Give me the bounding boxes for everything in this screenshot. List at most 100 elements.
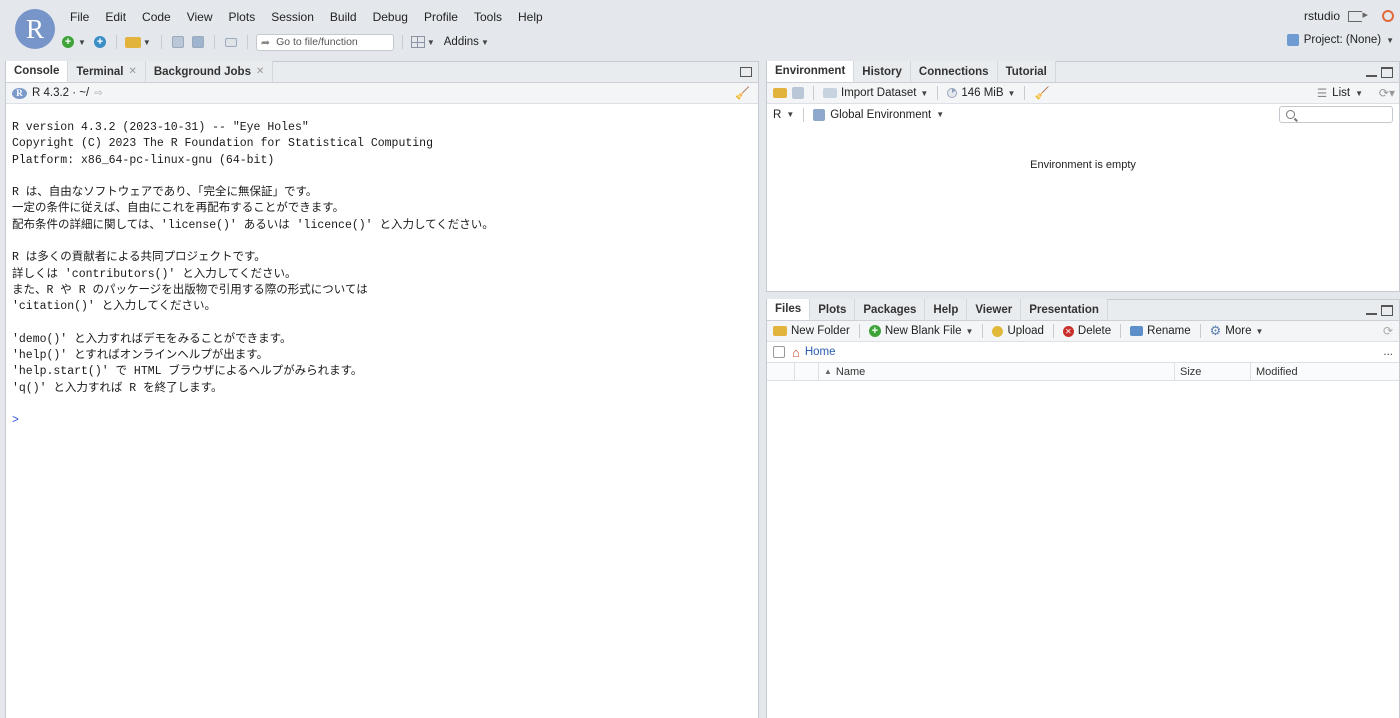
upload-button[interactable]: Upload (992, 325, 1044, 337)
menu-view[interactable]: View (179, 8, 221, 26)
menu-plots[interactable]: Plots (221, 8, 264, 26)
menu-session[interactable]: Session (263, 8, 322, 26)
tab-viewer[interactable]: Viewer (967, 299, 1022, 320)
language-select[interactable]: R ▼ (773, 109, 794, 121)
list-icon: ☰ (1316, 88, 1328, 100)
console-line: 'help.start()' で HTML ブラウザによるヘルプがみられます。 (12, 365, 363, 379)
tab-console[interactable]: Console (6, 61, 69, 82)
new-project-icon[interactable]: + (92, 35, 108, 49)
new-folder-button[interactable]: New Folder (773, 325, 850, 337)
column-modified[interactable]: Modified (1251, 363, 1399, 381)
divider (213, 35, 215, 49)
chevron-down-icon: ▼ (965, 326, 974, 336)
tab-tutorial[interactable]: Tutorial (997, 61, 1056, 82)
addins-button[interactable]: Addins (444, 36, 479, 48)
new-file-icon[interactable]: + (60, 35, 76, 49)
column-icon (795, 362, 819, 381)
console-line: R version 4.3.2 (2023-10-31) -- "Eye Hol… (12, 121, 309, 134)
pane-layout-icon[interactable] (410, 36, 425, 48)
new-folder-icon (773, 326, 787, 336)
open-file-icon[interactable] (124, 35, 141, 49)
divider (246, 35, 248, 49)
overflow-menu-button[interactable]: ... (1383, 346, 1393, 358)
menu-tools[interactable]: Tools (466, 8, 510, 26)
column-size[interactable]: Size (1175, 362, 1251, 381)
tab-environment[interactable]: Environment (767, 61, 855, 82)
rename-button[interactable]: Rename (1130, 325, 1191, 337)
project-menu[interactable]: Project: (None) ▼ (1286, 34, 1394, 46)
quit-session-icon[interactable] (1382, 10, 1394, 22)
minimize-pane-icon[interactable] (1366, 311, 1377, 315)
username: rstudio (1303, 9, 1340, 23)
view-mode-button[interactable]: ☰ List ▼ (1317, 86, 1363, 100)
chevron-down-icon: ▼ (1007, 88, 1016, 98)
tab-terminal[interactable]: Terminal ✕ (68, 61, 146, 82)
close-icon[interactable]: ✕ (256, 66, 264, 77)
divider (982, 324, 984, 338)
tab-help[interactable]: Help (925, 299, 968, 320)
menu-build[interactable]: Build (322, 8, 365, 26)
save-all-icon[interactable] (190, 35, 206, 49)
tab-history[interactable]: History (854, 61, 911, 82)
tab-connections[interactable]: Connections (910, 61, 998, 82)
files-tabbar: Files Plots Packages Help Viewer Present… (767, 299, 1399, 321)
broom-icon[interactable]: 🧹 (1034, 86, 1049, 100)
home-icon[interactable]: ⌂ (792, 345, 800, 360)
column-name[interactable]: ▲ Name (819, 362, 1175, 381)
sign-out-icon[interactable] (1348, 8, 1368, 22)
tab-background-jobs[interactable]: Background Jobs ✕ (145, 61, 274, 82)
maximize-pane-icon[interactable] (1381, 305, 1393, 316)
tab-presentation[interactable]: Presentation (1021, 299, 1108, 320)
new-blank-file-button[interactable]: + New Blank File ▼ (868, 325, 974, 337)
divider (401, 35, 403, 49)
console-prompt[interactable]: > (12, 413, 758, 429)
go-to-file-input[interactable]: ➦ Go to file/function (255, 33, 394, 51)
minimize-pane-icon[interactable] (1366, 73, 1377, 77)
console-line: Platform: x86_64-pc-linux-gnu (64-bit) (12, 153, 275, 167)
go-to-dir-icon[interactable]: ⇨ (94, 88, 102, 99)
menu-code[interactable]: Code (134, 8, 179, 26)
load-workspace-icon[interactable] (773, 88, 787, 98)
chevron-down-icon[interactable]: ▼ (78, 38, 86, 47)
select-all-checkbox[interactable] (773, 346, 785, 358)
chevron-down-icon: ▼ (786, 110, 795, 119)
tab-packages[interactable]: Packages (855, 299, 926, 320)
clear-console-icon[interactable]: 🧹 (735, 86, 750, 100)
console-line: R は、自由なソフトウェアであり、「完全に無保証」です。 (12, 186, 318, 200)
divider (858, 324, 860, 338)
restore-pane-icon[interactable] (740, 67, 752, 77)
save-workspace-icon[interactable] (792, 87, 804, 99)
files-table-header: ▲ Name Size Modified (767, 362, 1399, 381)
divider (937, 86, 939, 100)
print-icon[interactable] (223, 35, 239, 49)
divider (160, 35, 162, 49)
environment-scope-select[interactable]: Global Environment ▼ (813, 108, 945, 121)
more-button[interactable]: ⚙ More ▼ (1210, 323, 1264, 339)
environment-search-input[interactable] (1279, 106, 1393, 123)
chevron-down-icon[interactable]: ▼ (427, 38, 435, 47)
console-output[interactable]: R version 4.3.2 (2023-10-31) -- "Eye Hol… (6, 104, 758, 430)
refresh-icon[interactable]: ⟳▾ (1379, 86, 1395, 100)
divider (1024, 86, 1026, 100)
memory-usage-button[interactable]: 146 MiB ▼ (947, 87, 1015, 99)
refresh-icon[interactable]: ⟳ (1383, 324, 1393, 338)
tab-files[interactable]: Files (767, 299, 811, 320)
menu-debug[interactable]: Debug (365, 8, 416, 26)
maximize-pane-icon[interactable] (1381, 67, 1393, 78)
save-icon[interactable] (170, 35, 186, 49)
menu-help[interactable]: Help (510, 8, 551, 26)
menu-file[interactable]: File (62, 8, 97, 26)
chevron-down-icon: ▼ (936, 110, 945, 119)
breadcrumb-home[interactable]: Home (805, 346, 836, 358)
close-icon[interactable]: ✕ (128, 66, 136, 77)
chevron-down-icon[interactable]: ▼ (481, 38, 489, 47)
import-dataset-button[interactable]: Import Dataset ▼ (823, 87, 928, 99)
chevron-down-icon[interactable]: ▼ (143, 38, 151, 47)
menu-profile[interactable]: Profile (416, 8, 466, 26)
menu-edit[interactable]: Edit (97, 8, 134, 26)
delete-button[interactable]: ✕ Delete (1062, 325, 1111, 337)
memory-pie-icon (947, 88, 958, 98)
tab-plots[interactable]: Plots (810, 299, 856, 320)
rename-icon (1130, 326, 1144, 336)
